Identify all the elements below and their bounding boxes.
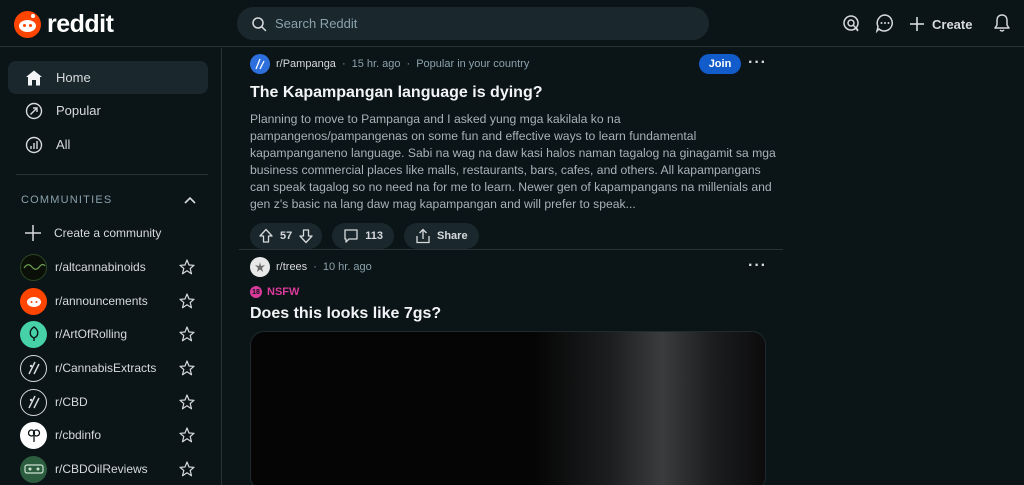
post-context: Popular in your country xyxy=(416,58,530,70)
downvote-icon[interactable] xyxy=(298,228,314,244)
community-item-cbdinfo[interactable]: r/cbdinfo xyxy=(20,420,195,450)
left-sidebar: Home Popular All COMMUNITIES Create a co… xyxy=(0,48,222,485)
comment-icon xyxy=(344,229,358,243)
more-options-icon[interactable]: ··· xyxy=(748,55,767,71)
nav-popular-label: Popular xyxy=(56,103,101,118)
star-icon[interactable] xyxy=(179,259,195,275)
community-avatar xyxy=(20,253,47,281)
post-media-image[interactable] xyxy=(250,331,766,485)
share-label: Share xyxy=(437,230,468,242)
post-time: 10 hr. ago xyxy=(322,261,372,273)
post-card[interactable]: r/Pampanga · 15 hr. ago · Popular in you… xyxy=(239,54,783,249)
vote-count: 57 xyxy=(280,230,293,242)
share-button[interactable]: Share xyxy=(404,223,479,249)
post-title[interactable]: Does this looks like 7gs? xyxy=(250,305,783,323)
plus-icon xyxy=(25,225,41,241)
community-name: r/CannabisExtracts xyxy=(55,361,157,375)
nav-popular[interactable]: Popular xyxy=(8,94,208,127)
nsfw-label: NSFW xyxy=(267,286,300,298)
advertise-icon xyxy=(843,15,859,32)
star-icon[interactable] xyxy=(179,461,195,477)
community-item-cbd[interactable]: r/CBD xyxy=(20,387,195,417)
post-title[interactable]: The Kapampangan language is dying? xyxy=(250,84,783,102)
chat-button[interactable] xyxy=(874,12,896,34)
home-icon xyxy=(24,68,44,88)
community-avatar xyxy=(20,287,47,315)
community-avatar xyxy=(20,320,47,348)
create-label: Create xyxy=(932,16,973,32)
nav-all-label: All xyxy=(56,137,71,152)
subreddit-name[interactable]: r/Pampanga xyxy=(276,58,336,70)
communities-section-header[interactable]: COMMUNITIES xyxy=(21,194,196,206)
star-icon[interactable] xyxy=(179,360,195,376)
all-chart-icon xyxy=(24,135,44,155)
post-time: 15 hr. ago xyxy=(351,58,401,70)
community-name: r/CBD xyxy=(55,395,88,409)
sidebar-divider xyxy=(16,174,208,175)
community-name: r/altcannabinoids xyxy=(55,260,146,274)
chevron-up-icon[interactable] xyxy=(184,196,196,204)
star-icon[interactable] xyxy=(179,326,195,342)
post-meta: r/trees · 10 hr. ago xyxy=(250,257,783,277)
more-options-icon[interactable]: ··· xyxy=(748,258,767,274)
community-avatar xyxy=(20,421,47,449)
community-name: r/CBDOilReviews xyxy=(55,462,148,476)
star-icon[interactable] xyxy=(179,293,195,309)
join-button[interactable]: Join xyxy=(699,54,741,74)
create-community-label: Create a community xyxy=(54,226,162,240)
community-item-cannabisextracts[interactable]: r/CannabisExtracts xyxy=(20,353,195,383)
reddit-logo[interactable]: reddit xyxy=(14,10,114,39)
nsfw-18-icon: 18 xyxy=(250,286,262,298)
post-body[interactable]: Planning to move to Pampanga and I asked… xyxy=(250,111,778,213)
post-card[interactable]: r/trees · 10 hr. ago ··· 18 NSFW Does th… xyxy=(239,257,783,323)
upvote-icon[interactable] xyxy=(258,228,274,244)
nav-all[interactable]: All xyxy=(8,128,208,161)
notification-bell-icon xyxy=(994,14,1010,32)
community-name: r/ArtOfRolling xyxy=(55,327,128,341)
search-bar[interactable] xyxy=(237,7,709,40)
post-actions: 57 113 Share xyxy=(250,223,783,249)
logo-text: reddit xyxy=(47,10,114,38)
subreddit-name[interactable]: r/trees xyxy=(276,261,307,273)
notifications-button[interactable] xyxy=(991,12,1013,34)
community-item-artofrolling[interactable]: r/ArtOfRolling xyxy=(20,319,195,349)
community-avatar xyxy=(20,455,47,483)
nav-home[interactable]: Home xyxy=(8,61,208,94)
communities-label: COMMUNITIES xyxy=(21,194,113,206)
search-icon xyxy=(252,16,267,31)
advertise-button[interactable] xyxy=(840,12,862,34)
nav-home-label: Home xyxy=(56,70,91,85)
community-item-announcements[interactable]: r/announcements xyxy=(20,286,195,316)
chat-icon xyxy=(875,14,893,33)
popular-arrow-icon xyxy=(24,101,44,121)
share-icon xyxy=(416,228,430,244)
community-item-altcannabinoids[interactable]: r/altcannabinoids xyxy=(20,252,195,282)
nsfw-tag: 18 NSFW xyxy=(250,286,783,298)
community-name: r/announcements xyxy=(55,294,148,308)
top-header: reddit Create xyxy=(0,0,1024,47)
subreddit-default-icon[interactable] xyxy=(250,54,270,74)
comments-button[interactable]: 113 xyxy=(332,223,394,249)
create-community-button[interactable]: Create a community xyxy=(24,218,199,248)
community-avatar[interactable] xyxy=(250,257,270,277)
comment-count: 113 xyxy=(365,230,383,242)
reddit-snoo-icon xyxy=(14,11,41,38)
vote-control: 57 xyxy=(250,223,323,249)
star-icon[interactable] xyxy=(179,394,195,410)
star-icon[interactable] xyxy=(179,427,195,443)
create-button[interactable]: Create xyxy=(908,10,972,38)
plus-icon xyxy=(910,17,924,31)
subreddit-default-icon xyxy=(20,388,47,416)
community-item-cbdoilreviews[interactable]: r/CBDOilReviews xyxy=(20,454,195,484)
post-divider xyxy=(239,249,783,250)
search-input[interactable] xyxy=(275,16,675,31)
subreddit-default-icon xyxy=(20,354,47,382)
community-name: r/cbdinfo xyxy=(55,428,102,442)
